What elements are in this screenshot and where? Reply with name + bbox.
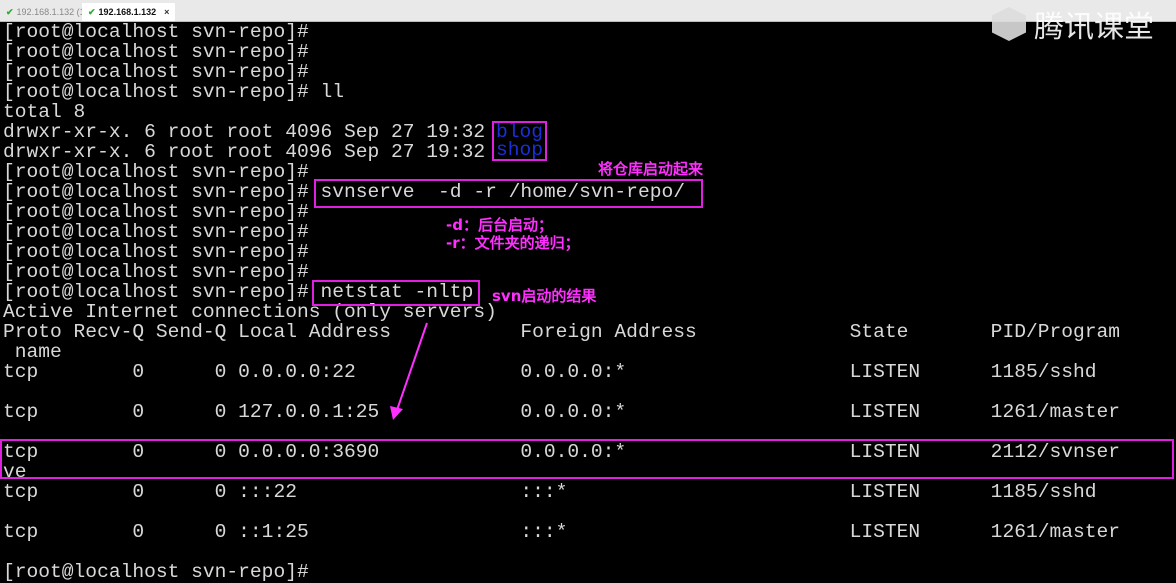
svn-port-row-highlight	[0, 439, 1174, 479]
terminal-line: tcp 0 0 127.0.0.1:25 0.0.0.0:* LISTEN 12…	[3, 401, 1121, 423]
logo-text: 腾讯课堂	[1034, 10, 1154, 45]
close-tab-icon[interactable]: ×	[164, 7, 169, 17]
tab-session-2[interactable]: ✔ 192.168.1.132 ×	[82, 3, 176, 21]
dir-shop: shop	[492, 140, 548, 161]
terminal-line: [root@localhost svn-repo]#	[3, 41, 309, 63]
svnserve-highlight	[314, 179, 703, 208]
terminal-line: tcp 0 0 :::22 :::* LISTEN 1185/sshd	[3, 481, 1097, 503]
terminal-line: total 8	[3, 101, 86, 123]
netstat-highlight	[312, 280, 480, 306]
terminal-line: drwxr-xr-x. 6 root root 4096 Sep 27 19:3…	[3, 141, 486, 163]
tab-label: 192.168.1.132	[98, 7, 157, 17]
annotation-r-flag: -r：文件夹的递归；	[446, 234, 580, 252]
connected-check-icon: ✔	[88, 7, 96, 17]
terminal-line: tcp 0 0 0.0.0.0:22 0.0.0.0:* LISTEN 1185…	[3, 361, 1097, 383]
logo-cube-icon	[992, 7, 1026, 41]
terminal-line: [root@localhost svn-repo]#	[3, 21, 309, 43]
terminal-line: [root@localhost svn-repo]# ll	[3, 81, 344, 103]
tencent-classroom-logo: 腾讯课堂	[992, 2, 1154, 46]
terminal-line: tcp 0 0 ::1:25 :::* LISTEN 1261/master	[3, 521, 1121, 543]
terminal-line: [root@localhost svn-repo]#	[3, 561, 309, 583]
connected-check-icon: ✔	[6, 7, 14, 17]
terminal-line: [root@localhost svn-repo]#	[3, 261, 309, 283]
terminal-line: drwxr-xr-x. 6 root root 4096 Sep 27 19:3…	[3, 121, 486, 143]
tab-session-1[interactable]: ✔ 192.168.1.132 (1)	[0, 3, 94, 21]
terminal-line: name	[3, 341, 62, 363]
annotation-svn-result: svn启动的结果	[492, 287, 597, 305]
tab-label: 192.168.1.132 (1)	[16, 7, 88, 17]
arrow-annotation	[390, 322, 428, 420]
annotation-start-repo: 将仓库启动起来	[598, 160, 704, 178]
terminal-line: [root@localhost svn-repo]#	[3, 61, 309, 83]
terminal-line: Proto Recv-Q Send-Q Local Address Foreig…	[3, 321, 1121, 343]
